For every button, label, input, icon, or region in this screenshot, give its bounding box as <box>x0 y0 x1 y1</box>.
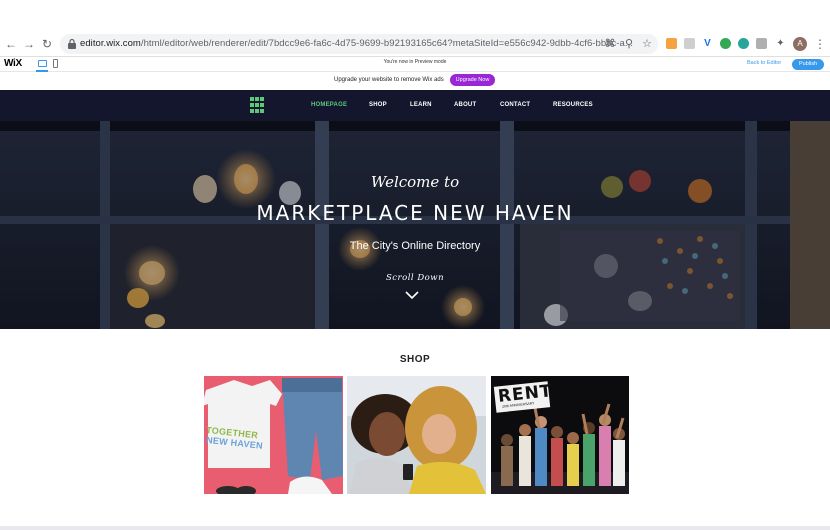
qr-code-icon[interactable]: ⌘ <box>604 38 616 50</box>
nav-item-contact[interactable]: CONTACT <box>500 102 530 108</box>
hero-section: Welcome to MARKETPLACE NEW HAVEN The Cit… <box>0 121 830 329</box>
forward-arrow-icon[interactable]: → <box>22 37 36 51</box>
extension-page-icon[interactable] <box>684 38 695 49</box>
extension-notes-icon[interactable] <box>666 38 677 49</box>
hero-title: MARKETPLACE NEW HAVEN <box>256 201 574 225</box>
reload-icon[interactable]: ↻ <box>40 37 54 51</box>
extension-gray-icon[interactable] <box>756 38 767 49</box>
browser-toolbar: ← → ↻ editor.wix.com/html/editor/web/ren… <box>0 0 830 56</box>
site-navigation: HOMEPAGE SHOP LEARN ABOUT CONTACT RESOUR… <box>0 90 830 121</box>
hero-subtitle: The City's Online Directory <box>349 240 481 252</box>
upgrade-message: Upgrade your website to remove Wix ads <box>334 77 444 83</box>
shop-card-image <box>347 376 486 494</box>
extension-v-icon[interactable]: V <box>702 38 713 49</box>
zoom-icon[interactable]: ⚲ <box>623 38 635 50</box>
nav-item-homepage[interactable]: HOMEPAGE <box>311 102 347 108</box>
url-text: editor.wix.com/html/editor/web/renderer/… <box>80 38 633 49</box>
hero-welcome-text: Welcome to <box>370 173 460 191</box>
nav-item-resources[interactable]: RESOURCES <box>553 102 593 108</box>
nav-item-shop[interactable]: SHOP <box>369 102 387 108</box>
puzzle-piece-icon[interactable]: ✦ <box>775 38 786 49</box>
nav-item-about[interactable]: ABOUT <box>454 102 476 108</box>
scroll-down-link[interactable]: Scroll Down <box>0 273 830 283</box>
chevron-down-icon[interactable] <box>405 291 419 300</box>
kebab-menu-icon[interactable]: ⋮ <box>814 36 826 52</box>
desktop-view-indicator <box>36 70 48 72</box>
shop-card-together-new-haven[interactable]: TOGETHER NEW HAVEN <box>204 376 343 494</box>
shop-heading: SHOP <box>399 354 431 365</box>
lock-icon <box>68 38 76 49</box>
profile-avatar[interactable]: A <box>793 37 807 51</box>
shop-card-rent[interactable]: RENT 20th ANNIVERSARY <box>491 376 629 494</box>
extension-teal-icon[interactable] <box>738 38 749 49</box>
shop-card-friends[interactable] <box>347 376 486 494</box>
bookmark-star-icon[interactable]: ☆ <box>641 38 653 50</box>
back-arrow-icon[interactable]: ← <box>4 37 18 51</box>
nav-item-learn[interactable]: LEARN <box>410 102 432 108</box>
address-bar[interactable]: editor.wix.com/html/editor/web/renderer/… <box>60 34 658 54</box>
horizontal-scrollbar[interactable] <box>0 526 830 530</box>
upgrade-now-button[interactable]: Upgrade Now <box>450 74 495 86</box>
site-logo-icon[interactable] <box>250 97 264 113</box>
extension-green-icon[interactable] <box>720 38 731 49</box>
preview-mode-text: You're now in Preview mode <box>383 59 447 65</box>
